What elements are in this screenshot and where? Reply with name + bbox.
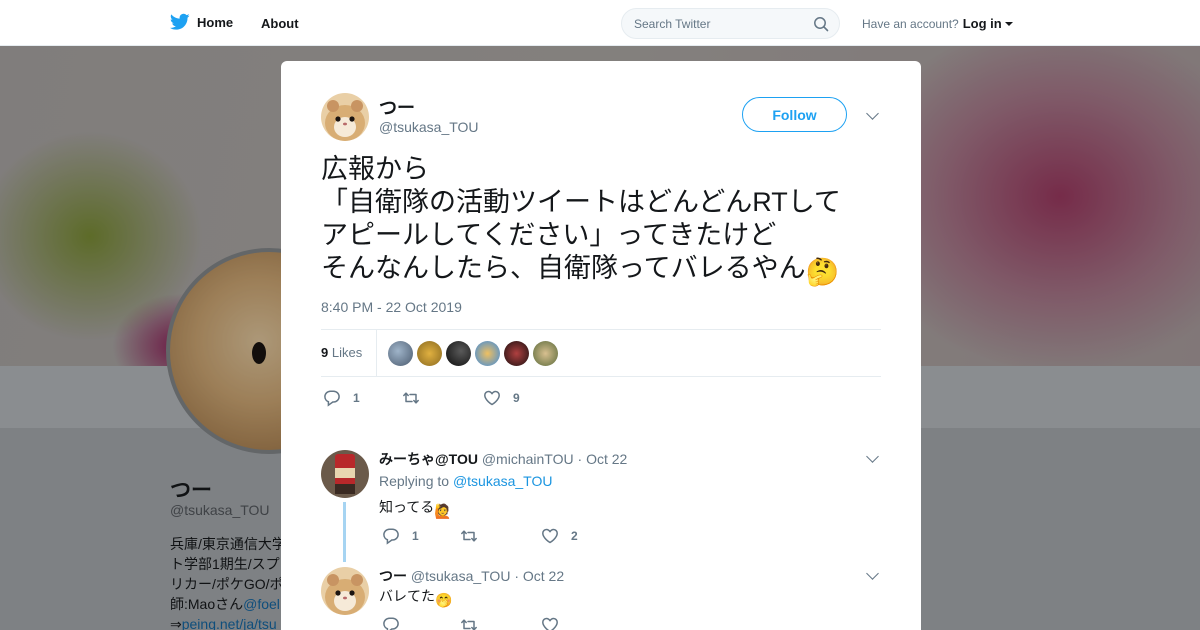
retweet-icon <box>461 619 477 630</box>
reply-author-handle[interactable]: @tsukasa_TOU <box>411 568 511 584</box>
retweet-action[interactable] <box>460 527 490 545</box>
likes-label: Likes <box>331 345 363 360</box>
twitter-bird-icon <box>170 13 190 30</box>
liker-avatar[interactable] <box>533 341 558 366</box>
login-label: Log in <box>962 16 1002 31</box>
tweet-body: 広報から 「自衛隊の活動ツイートはどんどんRTして アピールしてください」ってき… <box>321 154 841 283</box>
reply-header: みーちゃ@TOU @michainTOU · Oct 22 <box>379 451 628 467</box>
like-action[interactable] <box>541 616 571 630</box>
liker-avatar[interactable] <box>388 341 413 366</box>
retweet-icon <box>461 530 477 542</box>
liker-avatar[interactable] <box>475 341 500 366</box>
heart-icon <box>542 617 558 630</box>
profile-bio-link[interactable]: @foel <box>243 596 280 612</box>
reply-author-name[interactable]: つー <box>379 568 407 584</box>
reply-icon <box>383 617 399 630</box>
stats-divider <box>376 330 377 376</box>
likes-count: 9 <box>321 345 329 360</box>
tweet-timestamp[interactable]: 8:40 PM - 22 Oct 2019 <box>321 299 462 315</box>
tweet-modal: つー @tsukasa_TOU Follow 広報から 「自衛隊の活動ツイートは… <box>281 61 921 630</box>
search-icon[interactable] <box>813 16 829 32</box>
reply-count: 1 <box>412 529 419 543</box>
heart-icon <box>484 390 500 406</box>
retweet-action[interactable] <box>460 616 490 630</box>
account-area: Have an account? Log in <box>862 16 1013 31</box>
reply-author-handle[interactable]: @michainTOU <box>482 451 574 467</box>
search-input[interactable] <box>622 9 839 38</box>
login-button[interactable]: Log in <box>963 16 1013 31</box>
have-account-text: Have an account? <box>862 16 959 31</box>
reply-action[interactable]: 1 <box>323 389 360 407</box>
drink-photo-avatar-icon <box>321 450 369 498</box>
like-count: 2 <box>571 529 578 543</box>
author-handle[interactable]: @tsukasa_TOU <box>379 119 479 135</box>
nav-home-label: Home <box>197 14 234 30</box>
liker-avatar[interactable] <box>417 341 442 366</box>
profile-name: つー <box>170 479 212 502</box>
reply-date[interactable]: Oct 22 <box>586 451 627 467</box>
thinking-face-emoji: 🤔 <box>805 257 840 287</box>
reply-icon <box>383 528 399 545</box>
reply-body: 知ってる <box>379 499 435 515</box>
profile-bio-line: 師:Maoさん@foel <box>170 594 285 614</box>
retweet-icon <box>403 392 419 404</box>
hamster-eye <box>252 342 266 364</box>
reply-action[interactable] <box>382 616 412 630</box>
author-avatar[interactable] <box>321 93 369 141</box>
chevron-down-icon[interactable] <box>866 107 879 120</box>
reply-action[interactable]: 1 <box>382 527 419 545</box>
reply-body: バレてた <box>379 588 435 604</box>
tweet-stats: 9 Likes <box>321 329 881 377</box>
replying-to-link[interactable]: @tsukasa_TOU <box>453 473 553 489</box>
reply-date[interactable]: Oct 22 <box>523 568 564 584</box>
chevron-down-icon[interactable] <box>866 450 879 463</box>
profile-bio-line: ⇒peing.net/ja/tsu <box>170 614 285 630</box>
hamster-avatar-icon <box>321 93 369 141</box>
like-action[interactable]: 9 <box>483 389 520 407</box>
raising-hand-emoji: 🙋 <box>434 503 452 519</box>
like-action[interactable]: 2 <box>541 527 578 545</box>
profile-bio-text: 師:Maoさん <box>170 596 244 612</box>
liker-avatar[interactable] <box>504 341 529 366</box>
profile-bio-line: ト学部1期生/スプ <box>170 556 280 572</box>
reply-text: バレてた🤭 <box>379 586 452 609</box>
heart-icon <box>542 528 558 544</box>
follow-button[interactable]: Follow <box>742 97 847 132</box>
tweet-text: 広報から 「自衛隊の活動ツイートはどんどんRTして アピールしてください」ってき… <box>321 153 891 289</box>
close-modal-icon[interactable] <box>1155 13 1177 35</box>
reply-text: 知ってる🙋 <box>379 497 452 520</box>
profile-bio-line: 兵庫/東京通信大学 <box>170 536 285 552</box>
hand-over-mouth-emoji: 🤭 <box>435 592 453 608</box>
reply-count: 1 <box>353 391 360 405</box>
reply-avatar[interactable] <box>321 450 369 498</box>
liker-avatar[interactable] <box>446 341 471 366</box>
nav-home-link[interactable]: Home <box>170 13 233 31</box>
reply-icon <box>324 390 340 407</box>
thread-line <box>343 502 346 562</box>
profile-bio-line: リカー/ポケGO/ポ <box>170 576 284 592</box>
reply-header: つー @tsukasa_TOU · Oct 22 <box>379 568 565 584</box>
profile-bio: 兵庫/東京通信大学 ト学部1期生/スプ リカー/ポケGO/ポ 師:Maoさん@f… <box>170 534 285 630</box>
reply-avatar[interactable] <box>321 567 369 615</box>
search-box <box>621 8 840 39</box>
reply-author-name[interactable]: みーちゃ@TOU <box>379 451 478 467</box>
author-name[interactable]: つー <box>379 94 415 120</box>
replying-to: Replying to @tsukasa_TOU <box>379 473 552 489</box>
chevron-down-icon[interactable] <box>866 567 879 580</box>
hamster-avatar-icon <box>321 567 369 615</box>
replying-to-label: Replying to <box>379 473 450 489</box>
profile-bio-link[interactable]: peing.net/ja/tsu <box>182 616 277 630</box>
nav-about-link[interactable]: About <box>261 16 299 31</box>
top-navigation-bar: Home About Have an account? Log in <box>0 0 1200 46</box>
likes-count-link[interactable]: 9 Likes <box>321 345 362 360</box>
caret-down-icon <box>1004 21 1013 26</box>
retweet-action[interactable] <box>402 389 432 407</box>
profile-bio-text: ⇒ <box>170 616 182 630</box>
profile-handle: @tsukasa_TOU <box>170 502 270 518</box>
like-count: 9 <box>513 391 520 405</box>
